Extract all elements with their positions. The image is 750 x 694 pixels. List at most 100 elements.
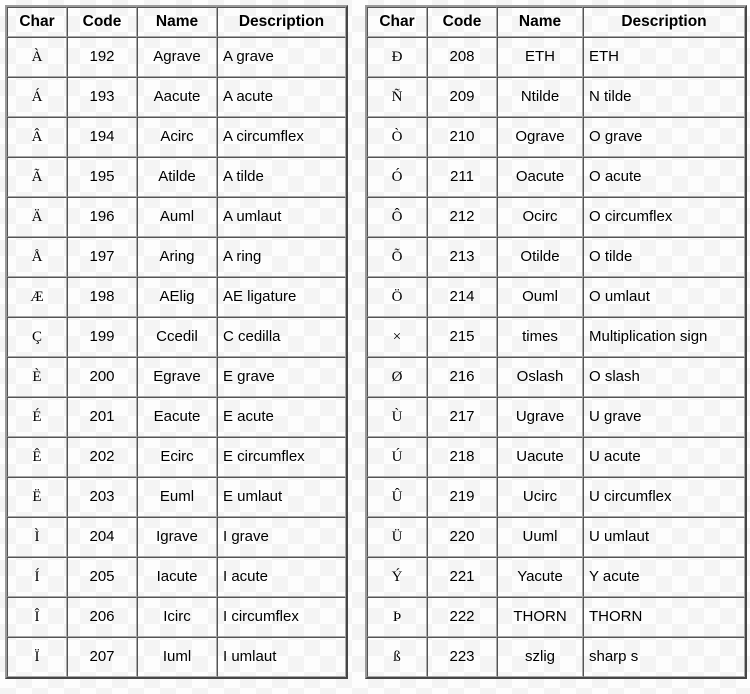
cell-char: Õ [367, 237, 427, 277]
cell-description: N tilde [583, 77, 745, 117]
table-row: Ñ 209 Ntilde N tilde [367, 77, 745, 117]
cell-description: A acute [217, 77, 346, 117]
cell-name: Iacute [137, 557, 217, 597]
cell-name: Aring [137, 237, 217, 277]
table-body-left: À 192 Agrave A grave Á 193 Aacute A acute Â 194 Ac… [7, 37, 346, 677]
cell-name: Atilde [137, 157, 217, 197]
cell-description: E acute [217, 397, 346, 437]
cell-code: 210 [427, 117, 497, 157]
cell-name: Otilde [497, 237, 583, 277]
cell-code: 217 [427, 397, 497, 437]
cell-char: Ê [7, 437, 67, 477]
cell-code: 203 [67, 477, 137, 517]
table-row: Î 206 Icirc I circumflex [7, 597, 346, 637]
cell-code: 198 [67, 277, 137, 317]
cell-description: I umlaut [217, 637, 346, 677]
cell-char: Ë [7, 477, 67, 517]
table-row: Ç 199 Ccedil C cedilla [7, 317, 346, 357]
cell-name: Aacute [137, 77, 217, 117]
cell-char: Â [7, 117, 67, 157]
cell-name: Eacute [137, 397, 217, 437]
cell-name: Ccedil [137, 317, 217, 357]
cell-description: A grave [217, 37, 346, 77]
cell-code: 218 [427, 437, 497, 477]
cell-name: Icirc [137, 597, 217, 637]
cell-code: 202 [67, 437, 137, 477]
cell-char: Ö [367, 277, 427, 317]
cell-code: 201 [67, 397, 137, 437]
column-header-name: Name [137, 7, 217, 37]
cell-name: Ucirc [497, 477, 583, 517]
cell-name: Ugrave [497, 397, 583, 437]
cell-char: Û [367, 477, 427, 517]
cell-description: U acute [583, 437, 745, 477]
cell-description: E grave [217, 357, 346, 397]
column-header-description: Description [217, 7, 346, 37]
cell-name: Ouml [497, 277, 583, 317]
table-row: × 215 times Multiplication sign [367, 317, 745, 357]
cell-code: 208 [427, 37, 497, 77]
cell-char: É [7, 397, 67, 437]
cell-code: 211 [427, 157, 497, 197]
cell-char: Ñ [367, 77, 427, 117]
cell-code: 197 [67, 237, 137, 277]
cell-code: 213 [427, 237, 497, 277]
cell-description: A umlaut [217, 197, 346, 237]
character-table-right: Char Code Name Description Ð 208 ETH ETH Ñ 20… [365, 5, 747, 679]
cell-char: Ô [367, 197, 427, 237]
cell-description: O acute [583, 157, 745, 197]
character-table-left: Char Code Name Description À 192 Agrave A g… [5, 5, 348, 679]
cell-name: ETH [497, 37, 583, 77]
cell-description: THORN [583, 597, 745, 637]
cell-description: A ring [217, 237, 346, 277]
table-row: Â 194 Acirc A circumflex [7, 117, 346, 157]
table-row: Ô 212 Ocirc O circumflex [367, 197, 745, 237]
cell-name: Agrave [137, 37, 217, 77]
cell-name: Ntilde [497, 77, 583, 117]
cell-code: 215 [427, 317, 497, 357]
cell-name: szlig [497, 637, 583, 677]
cell-name: Ocirc [497, 197, 583, 237]
cell-name: Egrave [137, 357, 217, 397]
cell-name: Ograve [497, 117, 583, 157]
table-body-right: Ð 208 ETH ETH Ñ 209 Ntilde N tilde Ò 210 Ograve O g… [367, 37, 745, 677]
column-header-code: Code [67, 7, 137, 37]
cell-char: Ù [367, 397, 427, 437]
cell-char: Ì [7, 517, 67, 557]
table-row: Å 197 Aring A ring [7, 237, 346, 277]
column-header-char: Char [7, 7, 67, 37]
table-row: Ì 204 Igrave I grave [7, 517, 346, 557]
cell-code: 212 [427, 197, 497, 237]
table-row: Ï 207 Iuml I umlaut [7, 637, 346, 677]
column-header-name: Name [497, 7, 583, 37]
cell-code: 192 [67, 37, 137, 77]
table-header-row: Char Code Name Description [367, 7, 745, 37]
cell-name: Igrave [137, 517, 217, 557]
cell-char: Á [7, 77, 67, 117]
cell-char: Ä [7, 197, 67, 237]
table-row: Ó 211 Oacute O acute [367, 157, 745, 197]
cell-char: Ò [367, 117, 427, 157]
cell-name: Uuml [497, 517, 583, 557]
table-row: Ö 214 Ouml O umlaut [367, 277, 745, 317]
cell-description: O tilde [583, 237, 745, 277]
cell-code: 195 [67, 157, 137, 197]
column-header-code: Code [427, 7, 497, 37]
cell-code: 200 [67, 357, 137, 397]
cell-code: 206 [67, 597, 137, 637]
cell-description: O umlaut [583, 277, 745, 317]
table-row: Û 219 Ucirc U circumflex [367, 477, 745, 517]
cell-char: Þ [367, 597, 427, 637]
table-row: È 200 Egrave E grave [7, 357, 346, 397]
cell-char: × [367, 317, 427, 357]
cell-code: 205 [67, 557, 137, 597]
table-row: Ê 202 Ecirc E circumflex [7, 437, 346, 477]
cell-description: A tilde [217, 157, 346, 197]
cell-char: Ï [7, 637, 67, 677]
table-row: Ä 196 Auml A umlaut [7, 197, 346, 237]
cell-code: 199 [67, 317, 137, 357]
cell-char: Ú [367, 437, 427, 477]
cell-name: THORN [497, 597, 583, 637]
table-row: Ü 220 Uuml U umlaut [367, 517, 745, 557]
cell-description: U circumflex [583, 477, 745, 517]
